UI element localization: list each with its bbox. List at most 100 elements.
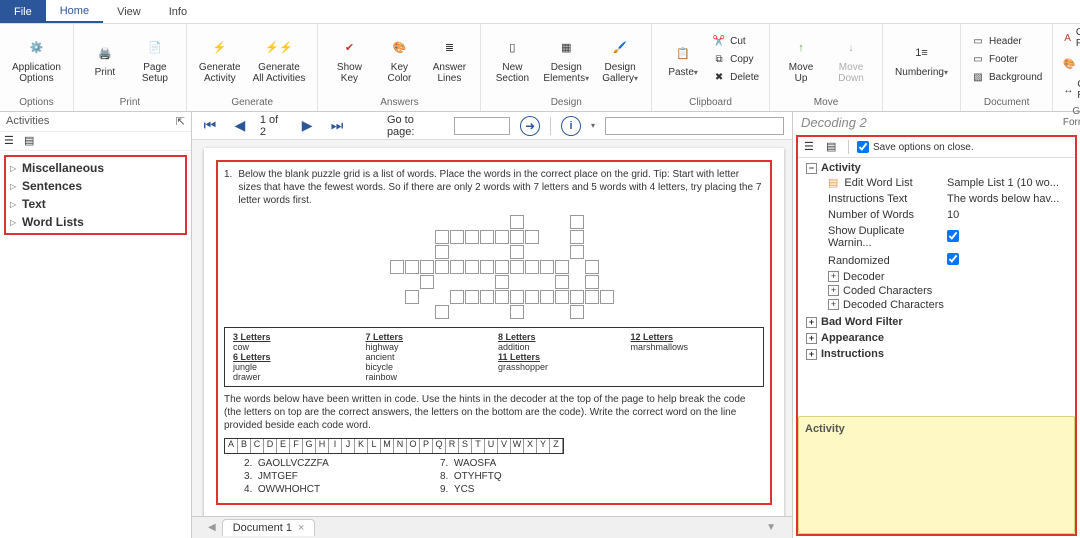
props-tree-icon[interactable]: ☰ (804, 140, 818, 154)
generate-activity-button[interactable]: ⚡ Generate Activity (193, 34, 247, 86)
section-activity[interactable]: −Activity (806, 162, 1067, 174)
move-down-button[interactable]: ↓ Move Down (826, 34, 876, 86)
page-setup-button[interactable]: 📄 Page Setup (130, 34, 180, 86)
design-elements-button[interactable]: ▦ Design Elements▾ (537, 34, 595, 86)
color-dots-icon: 🎨 (387, 36, 411, 60)
properties-panel: Decoding 2 ☰ ▤ Save options on close. −A… (792, 112, 1080, 538)
move-up-button[interactable]: ↑ Move Up (776, 34, 826, 86)
sub-decoder[interactable]: +Decoder (806, 270, 1067, 284)
dup-warning-checkbox[interactable] (947, 230, 959, 242)
delete-button[interactable]: ✖Delete (708, 70, 763, 86)
goto-page-button[interactable]: ➜ (520, 116, 540, 136)
clipboard-icon: 📋 (671, 41, 695, 65)
tree-view-icon[interactable]: ☰ (4, 134, 18, 148)
header-button[interactable]: ▭Header (967, 34, 1046, 50)
answer-lines-button[interactable]: ≣ Answer Lines (424, 34, 474, 86)
alphabet-row: ABCDEFGHIJKLMNOPQRSTUVWXYZ (224, 438, 564, 454)
section-appearance[interactable]: +Appearance (806, 332, 1067, 344)
copy-button[interactable]: ⧉Copy (708, 52, 763, 68)
scissors-icon: ✂️ (712, 35, 726, 49)
background-icon: ▧ (971, 71, 985, 85)
activity-miscellaneous[interactable]: ▷Miscellaneous (10, 159, 181, 177)
group-print-label: Print (74, 95, 186, 111)
props-sort-icon[interactable]: ▤ (826, 140, 840, 154)
design-gallery-button[interactable]: 🖌️ Design Gallery▾ (595, 34, 645, 86)
section-icon: ▯ (500, 36, 524, 60)
group-numbering-label (883, 95, 960, 111)
arrow-up-icon: ↑ (789, 36, 813, 60)
group-move-label: Move (770, 95, 882, 111)
info-button[interactable]: i (561, 116, 581, 136)
search-input[interactable] (605, 117, 784, 135)
prop-number-of-words[interactable]: Number of Words10 (806, 207, 1067, 223)
numbering-icon: 1≡ (910, 41, 934, 65)
page-icon: 📄 (143, 36, 167, 60)
delete-icon: ✖ (712, 71, 726, 85)
tab-home[interactable]: Home (46, 0, 103, 23)
arrow-down-icon: ↓ (839, 36, 863, 60)
lines-icon: ≣ (437, 36, 461, 60)
randomized-checkbox[interactable] (947, 253, 959, 265)
key-color-button[interactable]: 🎨 Key Color (374, 34, 424, 86)
print-button[interactable]: 🖨️ Print (80, 39, 130, 80)
code-line: 3. JMTGEF8. OTYHFTQ (244, 471, 764, 482)
goto-page-input[interactable] (454, 117, 510, 135)
show-key-button[interactable]: ✔ Show Key (324, 34, 374, 86)
prev-page-button[interactable]: ◀ (230, 116, 250, 136)
document-tab-1[interactable]: Document 1× (222, 519, 316, 536)
new-section-button[interactable]: ▯ New Section (487, 34, 537, 86)
application-options-button[interactable]: ⚙️ Application Options (6, 34, 67, 86)
page-nav-bar: ⏮ ◀ 1 of 2 ▶ ⏭ Go to page: ➜ i▾ (192, 112, 792, 140)
group-clipboard-label: Clipboard (652, 95, 769, 111)
tab-file[interactable]: File (0, 0, 46, 23)
code-line: 4. OWWHOHCT9. YCS (244, 484, 764, 495)
prop-duplicate-warning[interactable]: Show Duplicate Warnin... (806, 223, 1067, 251)
sub-coded-characters[interactable]: +Coded Characters (806, 284, 1067, 298)
prop-edit-word-list[interactable]: ▤Edit Word ListSample List 1 (10 wo... (806, 174, 1067, 191)
group-document-label: Document (961, 95, 1052, 111)
ribbon: ⚙️ Application Options Options 🖨️ Print … (0, 24, 1080, 112)
properties-title: Decoding 2 (793, 112, 1080, 133)
document-viewport[interactable]: 1. Below the blank puzzle grid is a list… (192, 140, 792, 516)
global-fonts-button[interactable]: AGlobal Fonts (1059, 26, 1080, 50)
global-rtl-button[interactable]: ↔Global RTL (1059, 78, 1080, 102)
save-on-close-checkbox[interactable] (857, 141, 869, 153)
panel-pin-icon[interactable]: ⇱ (176, 115, 185, 128)
section-bad-word-filter[interactable]: +Bad Word Filter (806, 316, 1067, 328)
close-tab-icon[interactable]: × (298, 522, 304, 534)
prop-randomized[interactable]: Randomized (806, 251, 1067, 270)
bolt-icon: ⚡ (208, 36, 232, 60)
paste-button[interactable]: 📋 Paste▾ (658, 39, 708, 80)
global-colors-button[interactable]: 🎨Global Colors (1059, 52, 1080, 76)
first-page-button[interactable]: ⏮ (200, 116, 220, 136)
document-tabs: ◀ Document 1× ▼ (192, 516, 792, 538)
cut-button[interactable]: ✂️Cut (708, 34, 763, 50)
list-view-icon[interactable]: ▤ (24, 134, 38, 148)
save-on-close-option[interactable]: Save options on close. (857, 141, 974, 153)
activity-text[interactable]: ▷Text (10, 195, 181, 213)
background-button[interactable]: ▧Background (967, 70, 1046, 86)
activities-title: Activities (6, 115, 49, 128)
generate-all-button[interactable]: ⚡⚡ Generate All Activities (247, 34, 312, 86)
activity-word-lists[interactable]: ▷Word Lists (10, 213, 181, 231)
tab-info[interactable]: Info (155, 0, 201, 23)
document-area: ⏮ ◀ 1 of 2 ▶ ⏭ Go to page: ➜ i▾ 1. (192, 112, 792, 538)
menu-tabs: File Home View Info (0, 0, 1080, 24)
printer-icon: 🖨️ (93, 41, 117, 65)
footer-button[interactable]: ▭Footer (967, 52, 1046, 68)
numbering-button[interactable]: 1≡ Numbering▾ (889, 39, 954, 80)
activities-panel: Activities ⇱ ☰ ▤ ▷Miscellaneous ▷Sentence… (0, 112, 192, 538)
footer-icon: ▭ (971, 53, 985, 67)
next-page-button[interactable]: ▶ (297, 116, 317, 136)
code-line: 2. GAOLLVCZZFA7. WAOSFA (244, 458, 764, 469)
tab-view[interactable]: View (103, 0, 155, 23)
activity-sentences[interactable]: ▷Sentences (10, 177, 181, 195)
group-answers-label: Answers (318, 95, 480, 111)
question-1-text: Below the blank puzzle grid is a list of… (238, 168, 764, 207)
elements-icon: ▦ (554, 36, 578, 60)
prop-instructions-text[interactable]: Instructions TextThe words below hav... (806, 191, 1067, 207)
sub-decoded-characters[interactable]: +Decoded Characters (806, 298, 1067, 312)
last-page-button[interactable]: ⏭ (327, 116, 347, 136)
word-list-table: 3 Letters7 Letters8 Letters12 Letters co… (224, 327, 764, 387)
section-instructions[interactable]: +Instructions (806, 348, 1067, 360)
